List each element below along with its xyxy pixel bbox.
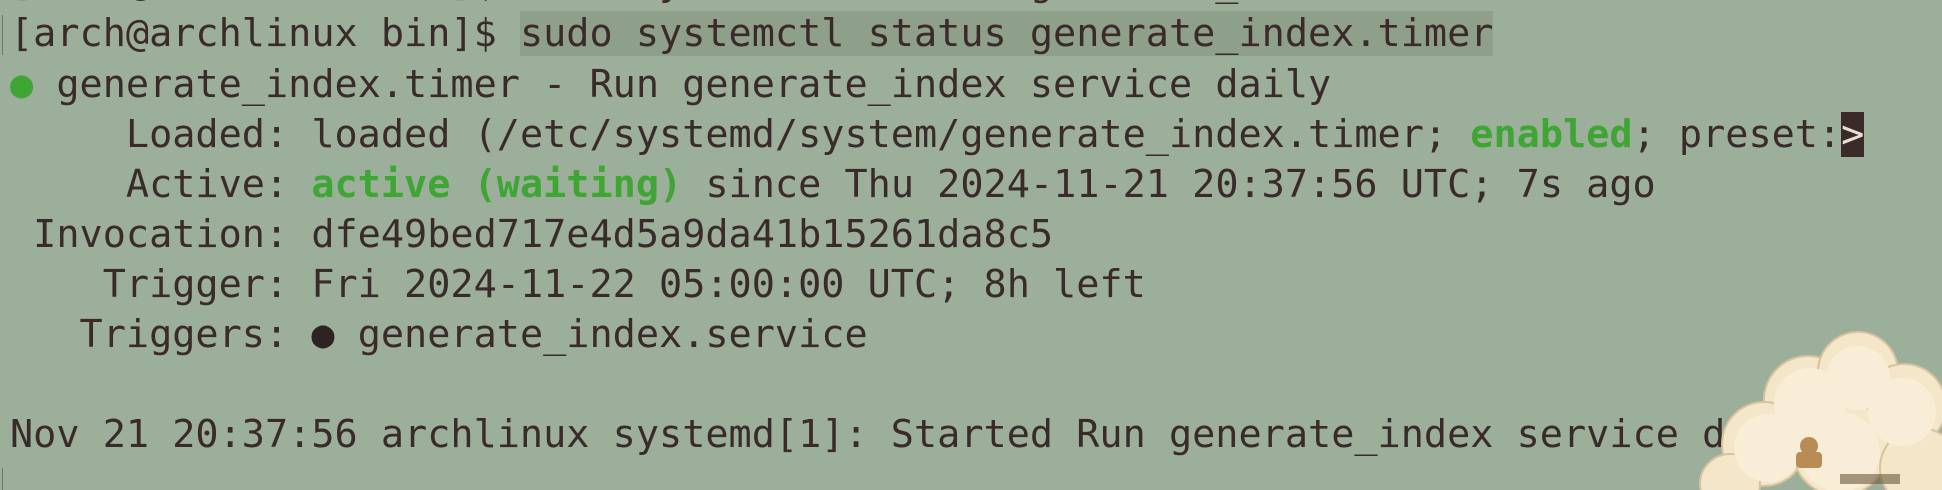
scrolled-off-line: [arch@archlinux bin]$ sudo systemctl sta…	[0, 0, 1942, 8]
loaded-value: loaded (/etc/systemd/system/generate_ind…	[311, 112, 1471, 157]
active-line: Active: active (waiting) since Thu 2024-…	[10, 160, 1656, 210]
loaded-line: Loaded: loaded (/etc/systemd/system/gene…	[10, 110, 1865, 160]
line-overflow-icon: >	[1841, 112, 1865, 157]
invocation-label: Invocation:	[10, 212, 312, 257]
journal-log-line: Nov 21 20:37:56 archlinux systemd[1]: St…	[10, 410, 1841, 460]
terminal-left-border	[2, 15, 3, 55]
loaded-label: Loaded:	[10, 112, 312, 157]
trigger-line: Trigger: Fri 2024-11-22 05:00:00 UTC; 8h…	[10, 260, 1146, 310]
trigger-label: Trigger:	[10, 262, 312, 307]
invocation-line: Invocation: dfe49bed717e4d5a9da41b15261d…	[10, 210, 1053, 260]
unit-title: generate_index.timer - Run generate_inde…	[33, 62, 1332, 107]
triggers-service: generate_index.service	[334, 312, 868, 357]
decorative-cloud-wallpaper-icon	[1699, 331, 1942, 490]
active-since: since Thu 2024-11-21 20:37:56 UTC; 7s ag…	[682, 162, 1656, 207]
active-label: Active:	[10, 162, 312, 207]
enabled-status: enabled	[1470, 112, 1633, 157]
active-status-dot-icon: ●	[10, 62, 34, 107]
triggers-line: Triggers: ● generate_index.service	[10, 310, 868, 360]
command-text: sudo systemctl status generate_index.tim…	[519, 11, 1494, 56]
service-dot-icon: ●	[311, 312, 335, 357]
shell-prompt: [arch@archlinux bin]$	[10, 11, 520, 56]
invocation-id: dfe49bed717e4d5a9da41b15261da8c5	[311, 212, 1054, 257]
command-line: [arch@archlinux bin]$ sudo systemctl sta…	[10, 9, 1494, 59]
trigger-time: Fri 2024-11-22 05:00:00 UTC; 8h left	[311, 262, 1146, 307]
triggers-label: Triggers:	[10, 312, 312, 357]
loaded-preset: ; preset:	[1632, 112, 1842, 157]
unit-title-line: ● generate_index.timer - Run generate_in…	[10, 60, 1331, 110]
log-message: Nov 21 20:37:56 archlinux systemd[1]: St…	[10, 412, 1842, 457]
terminal-window[interactable]: [arch@archlinux bin]$ sudo systemctl sta…	[0, 0, 1942, 490]
active-state: active (waiting)	[311, 162, 683, 207]
terminal-left-border-bottom	[2, 468, 3, 490]
